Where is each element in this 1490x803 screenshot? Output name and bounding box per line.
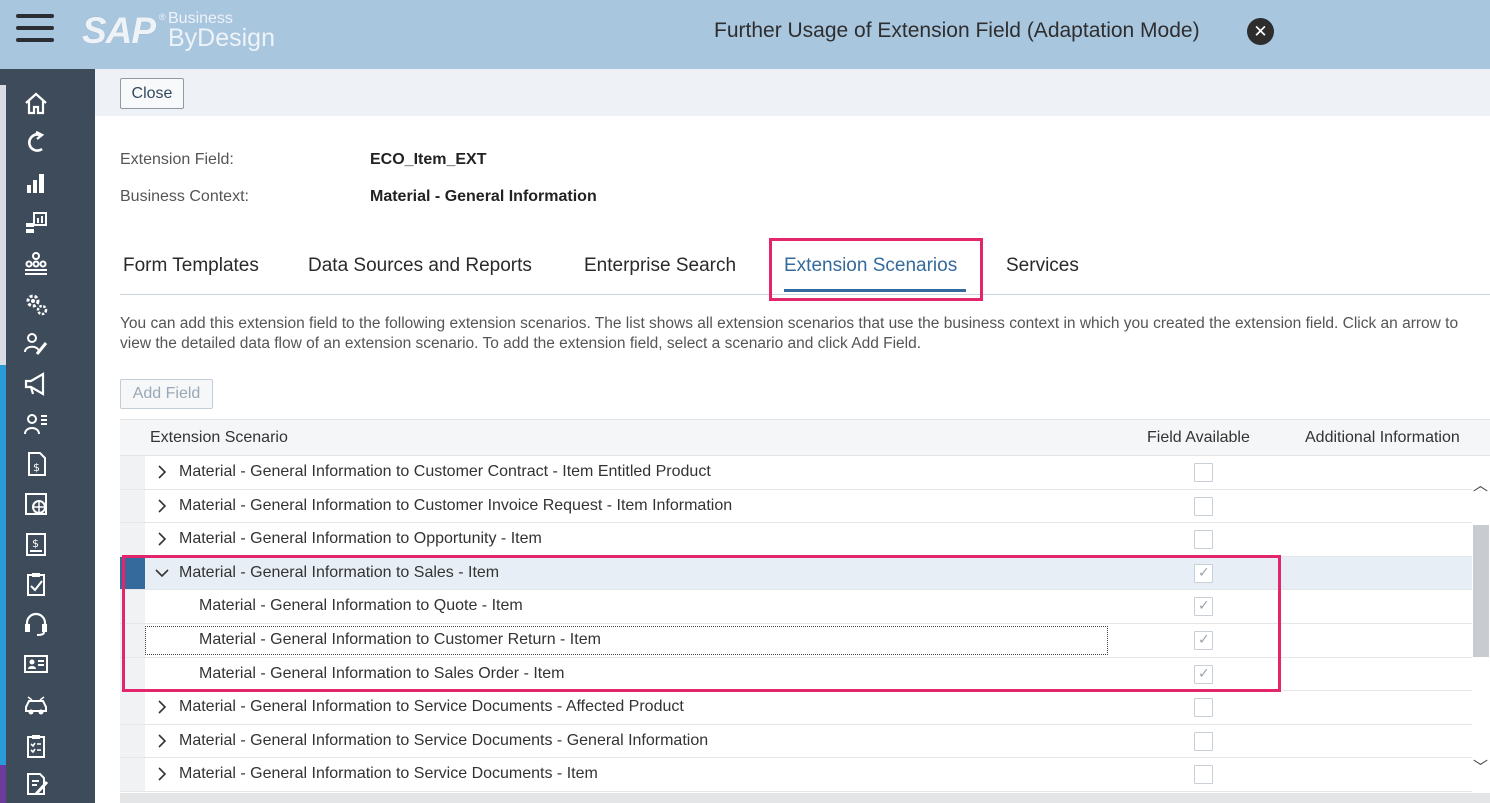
headset-icon[interactable] [22, 610, 50, 638]
table-row[interactable]: Material - General Information to Custom… [120, 456, 1472, 490]
field-available-checkbox [1194, 698, 1213, 718]
business-context-label: Business Context: [120, 188, 249, 205]
row-selector[interactable] [120, 523, 145, 556]
tab-data-sources-and-reports[interactable]: Data Sources and Reports [308, 255, 532, 277]
checklist-icon[interactable] [22, 732, 50, 760]
rows-highlight-box [122, 555, 1281, 692]
window-title: Further Usage of Extension Field (Adapta… [714, 19, 1200, 42]
row-selector[interactable] [120, 758, 145, 791]
tab-enterprise-search[interactable]: Enterprise Search [584, 255, 736, 277]
close-window-icon[interactable]: ✕ [1247, 18, 1274, 45]
id-card-icon[interactable] [22, 650, 50, 678]
field-available-checkbox [1194, 463, 1213, 482]
analytics-icon[interactable] [22, 209, 50, 237]
scenario-name: Material - General Information to Custom… [179, 463, 711, 480]
close-button[interactable]: Close [120, 78, 184, 109]
horizontal-scrollbar[interactable] [120, 793, 1490, 803]
user-list-icon[interactable] [22, 410, 50, 438]
menu-icon[interactable] [16, 14, 54, 46]
table-row[interactable]: Material - General Information to Custom… [120, 489, 1472, 524]
scrollbar-thumb[interactable] [1473, 525, 1489, 657]
settings-icon[interactable] [22, 290, 50, 318]
row-selector[interactable] [120, 724, 145, 758]
scenario-name: Material - General Information to Custom… [179, 496, 733, 514]
svg-text:$: $ [33, 461, 40, 474]
field-available-checkbox [1194, 731, 1213, 751]
edit-document-icon[interactable] [22, 770, 50, 798]
car-icon[interactable] [22, 692, 50, 720]
megaphone-icon[interactable] [22, 370, 50, 398]
extension-field-value: ECO_Item_EXT [370, 151, 487, 168]
org-chart-icon[interactable] [22, 250, 50, 278]
user-edit-icon[interactable] [22, 330, 50, 358]
tab-services[interactable]: Services [1006, 255, 1079, 277]
extension-field-label: Extension Field: [120, 151, 234, 168]
refresh-icon[interactable] [22, 129, 50, 157]
table-row[interactable]: Material - General Information to Servic… [120, 691, 1472, 725]
toolbar: Close [95, 69, 1490, 116]
row-selector[interactable] [120, 489, 145, 523]
field-available-checkbox [1194, 765, 1213, 785]
column-header-extension-scenario[interactable]: Extension Scenario [150, 429, 288, 447]
bar-chart-icon[interactable] [22, 169, 50, 197]
shell-header: SAP ® Business ByDesign Further Usage of… [0, 0, 1490, 69]
row-selector[interactable] [120, 456, 145, 489]
table-header: Extension Scenario Field Available Addit… [120, 419, 1490, 456]
chevron-right-icon[interactable] [154, 699, 170, 715]
scenario-name: Material - General Information to Servic… [179, 731, 709, 749]
column-header-field-available[interactable]: Field Available [1147, 429, 1250, 447]
tab-highlight-box [769, 238, 983, 301]
field-available-checkbox [1194, 496, 1213, 516]
chevron-right-icon[interactable] [154, 464, 170, 480]
business-context-value: Material - General Information [370, 188, 597, 205]
field-available-checkbox [1194, 530, 1213, 550]
description-text: You can add this extension field to the … [120, 315, 1459, 352]
home-icon[interactable] [22, 89, 50, 117]
clipboard-icon[interactable] [22, 570, 50, 598]
table-row[interactable]: Material - General Information to Opport… [120, 523, 1472, 557]
svg-text:$: $ [32, 537, 39, 550]
scroll-down-icon[interactable]: ﹀ [1473, 756, 1488, 777]
globe-calendar-icon[interactable] [22, 490, 50, 518]
table-row[interactable]: Material - General Information to Servic… [120, 758, 1472, 792]
add-field-button[interactable]: Add Field [120, 379, 213, 409]
billing-icon[interactable]: $ [22, 530, 50, 558]
row-selector[interactable] [120, 691, 145, 724]
chevron-right-icon[interactable] [154, 766, 170, 782]
tab-form-templates[interactable]: Form Templates [123, 255, 259, 277]
scenario-name: Material - General Information to Opport… [179, 530, 542, 548]
scenario-name: Material - General Information to Servic… [179, 765, 598, 783]
chevron-right-icon[interactable] [154, 733, 170, 749]
column-header-additional-information[interactable]: Additional Information [1305, 429, 1460, 447]
scenario-name: Material - General Information to Servic… [179, 698, 684, 716]
table-row[interactable]: Material - General Information to Servic… [120, 724, 1472, 759]
invoice-icon[interactable]: $ [22, 450, 50, 478]
scroll-up-icon[interactable]: ︿ [1473, 474, 1488, 495]
chevron-right-icon[interactable] [154, 498, 170, 514]
chevron-right-icon[interactable] [154, 531, 170, 547]
